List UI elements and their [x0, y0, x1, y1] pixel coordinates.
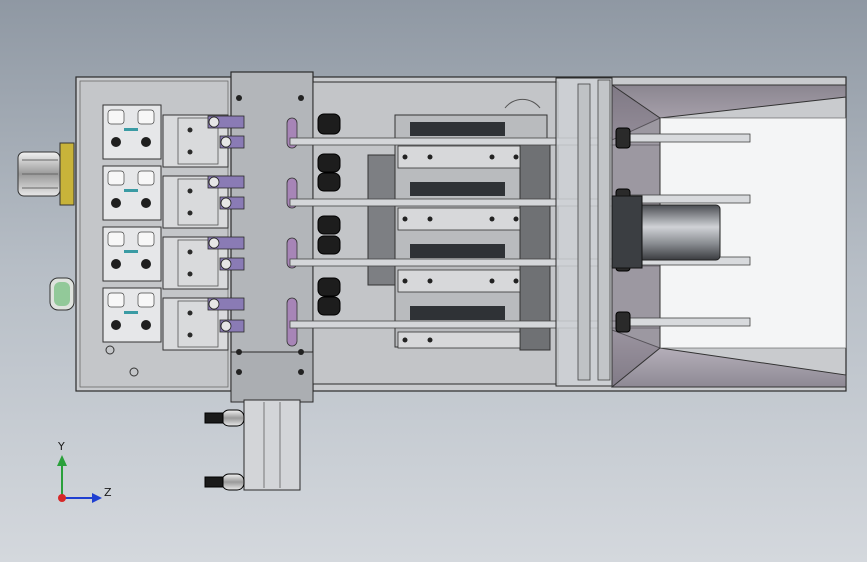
left-connector-bottom: [49, 277, 75, 311]
air-fittings: [204, 409, 245, 491]
triad-y-label: Y: [58, 440, 65, 453]
hopper-flange-right: [597, 79, 611, 381]
manifold-plate-lower: [230, 351, 314, 403]
cad-viewport[interactable]: Y Z: [0, 0, 867, 562]
assembly-drawing: [17, 71, 847, 503]
triad-z-label: Z: [104, 486, 112, 499]
left-connector-top: [17, 142, 75, 206]
air-cylinder: [243, 399, 301, 491]
view-triad: [57, 455, 102, 503]
cylinder-cap: [611, 195, 643, 269]
hopper-flange: [577, 83, 591, 381]
